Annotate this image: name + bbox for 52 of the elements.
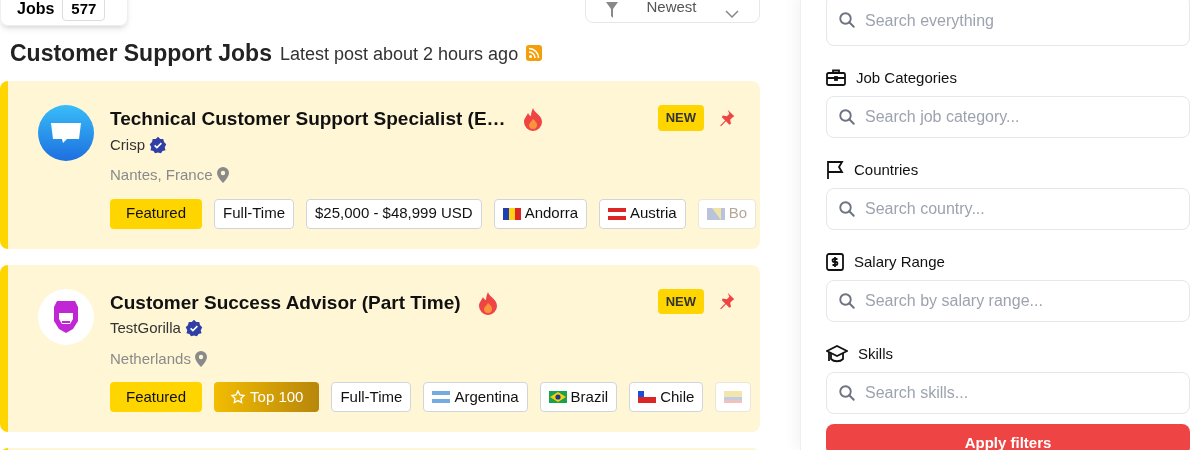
latest-post-text: Latest post about 2 hours ago bbox=[279, 42, 519, 66]
featured-tag: Featured bbox=[110, 382, 203, 412]
flag-icon bbox=[826, 160, 844, 180]
filter-label: Job Categories bbox=[856, 67, 957, 88]
job-title[interactable]: Customer Success Advisor (Part Time) bbox=[110, 288, 461, 317]
briefcase-icon bbox=[826, 69, 846, 87]
country-tag: Andorra bbox=[493, 198, 587, 229]
company-name[interactable]: Crisp bbox=[110, 133, 145, 156]
jobs-count: 577 bbox=[62, 0, 106, 21]
star-icon bbox=[230, 389, 247, 405]
rss-icon[interactable] bbox=[526, 45, 543, 61]
company-name[interactable]: TestGorilla bbox=[110, 317, 181, 340]
country-tag: Bo bbox=[697, 198, 757, 229]
country-tag: Chile bbox=[629, 382, 704, 412]
filter-search-field[interactable]: Search by salary range... bbox=[826, 280, 1190, 322]
graduation-cap-icon bbox=[826, 345, 848, 363]
filter-label: Skills bbox=[858, 343, 893, 364]
sort-dropdown[interactable]: Newest bbox=[585, 0, 760, 23]
location-pin-icon bbox=[216, 167, 229, 184]
filter-search-field[interactable]: Search job category... bbox=[826, 96, 1190, 138]
new-badge: NEW bbox=[657, 105, 704, 131]
dollar-icon bbox=[826, 253, 844, 271]
search-icon bbox=[838, 11, 856, 29]
chat-logo bbox=[38, 105, 94, 161]
country-tag: Argentina bbox=[423, 382, 528, 412]
job-card[interactable]: Technical Customer Support Specialist (E… Crisp Nantes, France NEW Featured Full-Time $25,000 - $48,999 USD Andorra Austria Bo bbox=[0, 81, 760, 249]
search-icon bbox=[838, 292, 856, 310]
featured-tag: Featured bbox=[110, 198, 203, 229]
page-heading: Customer Support Jobs bbox=[10, 38, 272, 68]
filter-icon bbox=[606, 2, 618, 18]
job-tag: $25,000 - $48,999 USD bbox=[306, 198, 482, 229]
filter-search-field[interactable]: Search skills... bbox=[826, 372, 1190, 414]
search-icon bbox=[838, 108, 856, 126]
country-tag: Brazil bbox=[539, 382, 618, 412]
new-badge: NEW bbox=[657, 288, 704, 314]
jobs-label: Jobs bbox=[17, 0, 55, 19]
job-location: Netherlands bbox=[110, 348, 191, 369]
location-pin-icon bbox=[194, 350, 207, 367]
country-tag: Austria bbox=[599, 198, 686, 229]
search-icon bbox=[838, 200, 856, 218]
job-location: Nantes, France bbox=[110, 165, 213, 185]
job-tag: Full-Time bbox=[214, 198, 294, 229]
chevron-down-icon bbox=[725, 10, 739, 18]
filter-label: Countries bbox=[854, 159, 919, 180]
filter-search-field[interactable]: Search country... bbox=[826, 188, 1190, 230]
search-icon bbox=[838, 384, 856, 402]
job-card[interactable]: Customer Success Advisor (Part Time) TestGorilla Netherlands NEW Featured Top 100 Full-Time Argentina Brazil Chile bbox=[0, 264, 760, 432]
job-title[interactable]: Technical Customer Support Specialist (E… bbox=[110, 105, 506, 134]
filter-label: Salary Range bbox=[854, 251, 945, 272]
search-field[interactable]: Search everything bbox=[826, 0, 1190, 46]
job-tag: Full-Time bbox=[331, 382, 412, 412]
top-100-tag: Top 100 bbox=[214, 382, 320, 412]
